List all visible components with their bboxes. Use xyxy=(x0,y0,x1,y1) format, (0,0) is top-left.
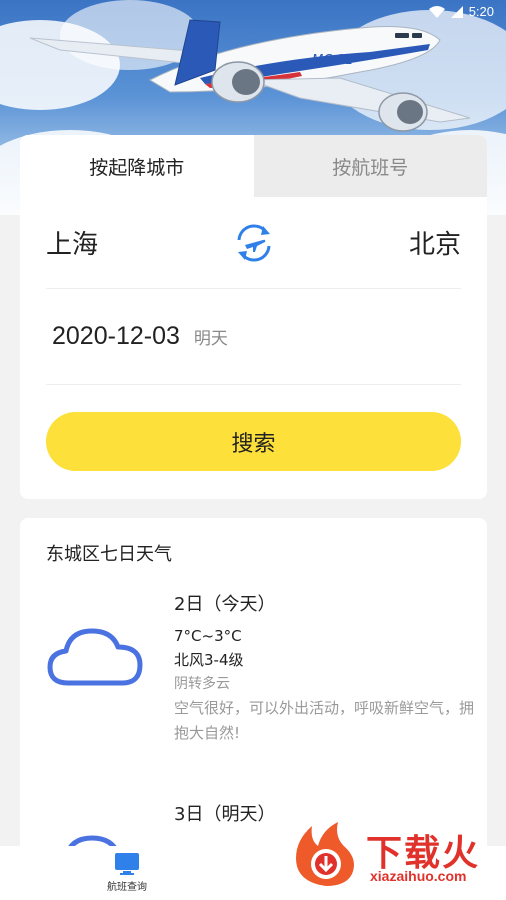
weather-day-details: 2日（今天） 7°C~3°C 北风3-4级 阴转多云 空气很好，可以外出活动，呼… xyxy=(174,590,474,746)
weather-tip: 空气很好，可以外出活动，呼吸新鲜空气，拥抱大自然! xyxy=(174,699,475,742)
nav-label: 航班查询 xyxy=(107,882,147,893)
wifi-icon xyxy=(428,5,445,18)
weather-day-details: 3日（明天） xyxy=(174,800,275,834)
monitor-icon xyxy=(115,853,139,875)
weather-day-date: 3日（明天） xyxy=(174,804,276,825)
date-hint: 明天 xyxy=(193,329,228,349)
tab-by-city[interactable]: 按起降城市 xyxy=(20,135,254,197)
search-button[interactable]: 搜索 xyxy=(46,412,461,471)
airplane-image: MC-21 xyxy=(29,19,471,132)
weather-wind: 北风3-4级 xyxy=(174,651,244,669)
city-selector: 上海 北京 xyxy=(46,197,461,289)
watermark: 下载火 xiazaihuo.com xyxy=(288,820,498,890)
weather-condition: 阴转多云 xyxy=(174,676,230,692)
nav-flight-query[interactable]: 航班查询 xyxy=(100,852,154,893)
search-tabs: 按起降城市 按航班号 xyxy=(20,135,487,197)
weather-day-date: 2日（今天） xyxy=(174,594,276,615)
departure-city[interactable]: 上海 xyxy=(46,224,166,261)
weather-card: 东城区七日天气 2日（今天） 7°C~3°C 北风3-4级 阴转多云 空气很好，… xyxy=(20,518,487,858)
swap-cities-button[interactable] xyxy=(231,220,277,266)
arrival-city[interactable]: 北京 xyxy=(341,224,461,261)
status-time: 5:20 xyxy=(468,4,494,19)
departure-date: 2020-12-03 xyxy=(52,322,180,350)
cloudy-icon xyxy=(47,628,143,686)
watermark-url: xiazaihuo.com xyxy=(370,868,467,884)
weather-temperature: 7°C~3°C xyxy=(174,627,242,645)
tab-by-flight-number[interactable]: 按航班号 xyxy=(253,135,487,197)
status-bar: 5:20 xyxy=(428,4,494,19)
swap-plane-icon xyxy=(237,224,270,261)
flame-logo-icon xyxy=(296,822,354,886)
weather-title: 东城区七日天气 xyxy=(46,544,172,565)
flight-search-card: 按起降城市 按航班号 上海 北京 2020-12-03 明天 搜索 xyxy=(20,135,487,499)
plane-label: MC-21 xyxy=(312,53,354,68)
signal-icon xyxy=(450,5,463,18)
date-selector[interactable]: 2020-12-03 明天 xyxy=(46,289,461,385)
